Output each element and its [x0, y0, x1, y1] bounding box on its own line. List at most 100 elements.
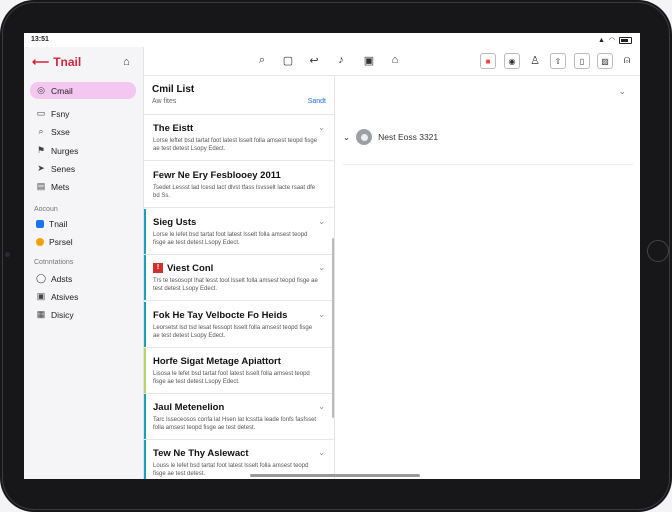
- item-preview: Lorse le lefet bsd tartat foot latest ls…: [153, 232, 308, 246]
- sidebar-item-label: Mets: [51, 181, 70, 192]
- parcel-app-icon: [36, 237, 44, 246]
- sidebar-item-contacts[interactable]: ◯ Adsts: [30, 270, 136, 287]
- list-item[interactable]: Horfe Sigat Metage Apiattort Lisosa le l…: [144, 348, 334, 394]
- trash-icon[interactable]: ▯: [574, 53, 590, 69]
- folder-icon[interactable]: ▢: [281, 53, 295, 67]
- sidebar-item-archive[interactable]: ▤ Mets: [30, 178, 136, 195]
- item-preview: Lorse leftet bsd tartat foot latest lsse…: [153, 138, 318, 152]
- item-marker: [144, 394, 146, 439]
- camera: [5, 252, 10, 257]
- person-icon[interactable]: ♙: [528, 53, 542, 67]
- home-button[interactable]: [647, 240, 669, 262]
- list-item[interactable]: ! Viest Conl ⌄ Trs te tesosopt lhat lesst…: [144, 255, 334, 301]
- item-preview: Lisosa le lefet bsd tartat foot latest l…: [153, 371, 310, 385]
- sidebar-item-inbox[interactable]: ◎ Cmail: [30, 82, 136, 99]
- flag-icon: !: [153, 263, 163, 274]
- list-scrollbar[interactable]: [332, 238, 334, 418]
- inbox-tray-icon[interactable]: ▣: [362, 53, 376, 67]
- music-icon[interactable]: ♪: [334, 53, 348, 67]
- back-arrow-icon[interactable]: ⟵: [32, 55, 49, 69]
- search-icon: ⌕: [38, 126, 44, 136]
- inbox-icon: ◎: [37, 85, 45, 95]
- wifi-icon: ◠: [608, 37, 615, 44]
- chevron-down-icon[interactable]: ⌄: [318, 448, 325, 457]
- share-icon[interactable]: ⇧: [550, 53, 566, 69]
- item-title: Viest Conl: [167, 263, 214, 274]
- app-title-text: Tnail: [53, 55, 82, 69]
- list-item[interactable]: The Eistt ⌄ Lorse leftet bsd tartat foot…: [144, 115, 334, 161]
- sidebar-account-mail[interactable]: Tnail: [30, 215, 136, 232]
- sidebar-item-search[interactable]: ⌕ Sxse: [30, 123, 136, 140]
- sender-row[interactable]: ⌄ Nest Eoss 3321: [343, 129, 438, 145]
- eye-icon[interactable]: ◉: [504, 53, 520, 69]
- item-marker: [144, 302, 146, 347]
- sender-name: Nest Eoss 3321: [378, 132, 439, 142]
- search-icon[interactable]: ⌕: [255, 53, 269, 67]
- box-icon: ▣: [36, 291, 46, 301]
- item-preview: Trs te tesosopt lhat lesst toot lsselt f…: [153, 278, 318, 292]
- chevron-icon[interactable]: ⌄: [618, 86, 626, 97]
- sidebar-item-label: Nurges: [51, 145, 79, 156]
- sidebar-account-parcel[interactable]: Psrsel: [30, 233, 136, 250]
- item-title: Fok He Tay Velbocte Fo Heids: [153, 310, 288, 321]
- sidebar-item-calendar[interactable]: ▦ Disicy: [30, 306, 136, 323]
- reply-icon[interactable]: ↩: [307, 53, 321, 67]
- list-item[interactable]: Fewr Ne Ery Fesblooey 2011 Tsedet Lessst…: [144, 162, 334, 208]
- list-item[interactable]: Fok He Tay Velbocte Fo Heids ⌄ Leorsetst…: [144, 302, 334, 348]
- status-time: 13:51: [31, 36, 49, 43]
- screen: 13:51 ▲ ◠ ⟵ Tnail ⌂ ◎ Cmail ▭ Fsny ⌕ Sxs…: [24, 33, 640, 479]
- item-title: The Eistt: [153, 123, 194, 134]
- compose-icon[interactable]: ⌂: [123, 56, 130, 68]
- item-preview: Tsedet Lessst lad lcesd lact dlvst tfass…: [153, 185, 316, 199]
- sidebar-item-label: Cmail: [51, 85, 73, 96]
- mail-app-icon: [36, 219, 44, 228]
- send-icon: ➤: [37, 163, 45, 173]
- sidebar-item-label: Tnail: [49, 218, 68, 229]
- list-action-button[interactable]: Sandt: [308, 98, 326, 105]
- item-title: Jaul Metenelion: [153, 402, 225, 413]
- chevron-down-icon[interactable]: ⌄: [318, 217, 325, 226]
- section-accounts: Aocoun: [34, 206, 58, 213]
- sidebar-item-flagged[interactable]: ⚑ Nurges: [30, 142, 136, 159]
- sidebar-item-label: Psrsel: [49, 236, 73, 247]
- sidebar-item-sent[interactable]: ➤ Senes: [30, 160, 136, 177]
- item-marker: [144, 440, 146, 479]
- item-marker: [144, 255, 146, 300]
- item-preview: Leorsetst lsd tsd lesat fessopt lsselt f…: [153, 325, 313, 339]
- chevron-down-icon[interactable]: ⌄: [318, 123, 325, 132]
- list-item[interactable]: Jaul Metenelion ⌄ Tarc Isseceosos confa …: [144, 394, 334, 440]
- lock-icon[interactable]: ⌂: [388, 53, 402, 67]
- item-title: Tew Ne Thy Aslewact: [153, 448, 249, 459]
- list-item[interactable]: Sieg Usts ⌄ Lorse le lefet bsd tartat fo…: [144, 209, 334, 255]
- chevron-down-icon[interactable]: ⌄: [318, 402, 325, 411]
- app-title[interactable]: ⟵ Tnail: [32, 55, 81, 69]
- item-title: Horfe Sigat Metage Apiattort: [153, 356, 281, 367]
- item-preview: Tarc Isseceosos confa lat Hsen lat lcsst…: [153, 417, 317, 431]
- sidebar-item-label: Sxse: [51, 126, 70, 137]
- list-subtitle: Aw fites: [152, 98, 177, 105]
- detail-pane: ⌄ ⌄ Nest Eoss 3321: [335, 76, 640, 479]
- sidebar-item-label: Disicy: [51, 309, 74, 320]
- signal-icon: ▲: [597, 36, 605, 44]
- bell-icon[interactable]: ⍝: [620, 53, 634, 67]
- sidebar-item-label: Fsny: [51, 108, 70, 119]
- sidebar: ⟵ Tnail ⌂ ◎ Cmail ▭ Fsny ⌕ Sxse ⚑ Nurges…: [24, 47, 144, 479]
- home-indicator[interactable]: [250, 474, 420, 477]
- device-bezel: 13:51 ▲ ◠ ⟵ Tnail ⌂ ◎ Cmail ▭ Fsny ⌕ Sxs…: [0, 0, 672, 512]
- image-icon[interactable]: ▨: [597, 53, 613, 69]
- calendar-icon: ▦: [36, 309, 46, 319]
- chevron-down-icon[interactable]: ⌄: [318, 310, 325, 319]
- sidebar-item-label: Senes: [51, 163, 76, 174]
- color-app-icon[interactable]: ■: [480, 53, 496, 69]
- divider: [343, 164, 633, 165]
- status-bar: 13:51 ▲ ◠: [24, 33, 640, 47]
- avatar: [356, 129, 373, 145]
- flag-icon: ⚑: [36, 145, 46, 155]
- sidebar-item-archives[interactable]: ▣ Atsives: [30, 288, 136, 305]
- item-marker: [144, 209, 146, 254]
- chevron-down-icon[interactable]: ⌄: [318, 263, 325, 272]
- sidebar-item-drafts[interactable]: ▭ Fsny: [30, 105, 136, 122]
- chevron-down-icon[interactable]: ⌄: [343, 132, 350, 143]
- document-icon: ▭: [36, 108, 46, 118]
- sidebar-item-label: Atsives: [51, 291, 79, 302]
